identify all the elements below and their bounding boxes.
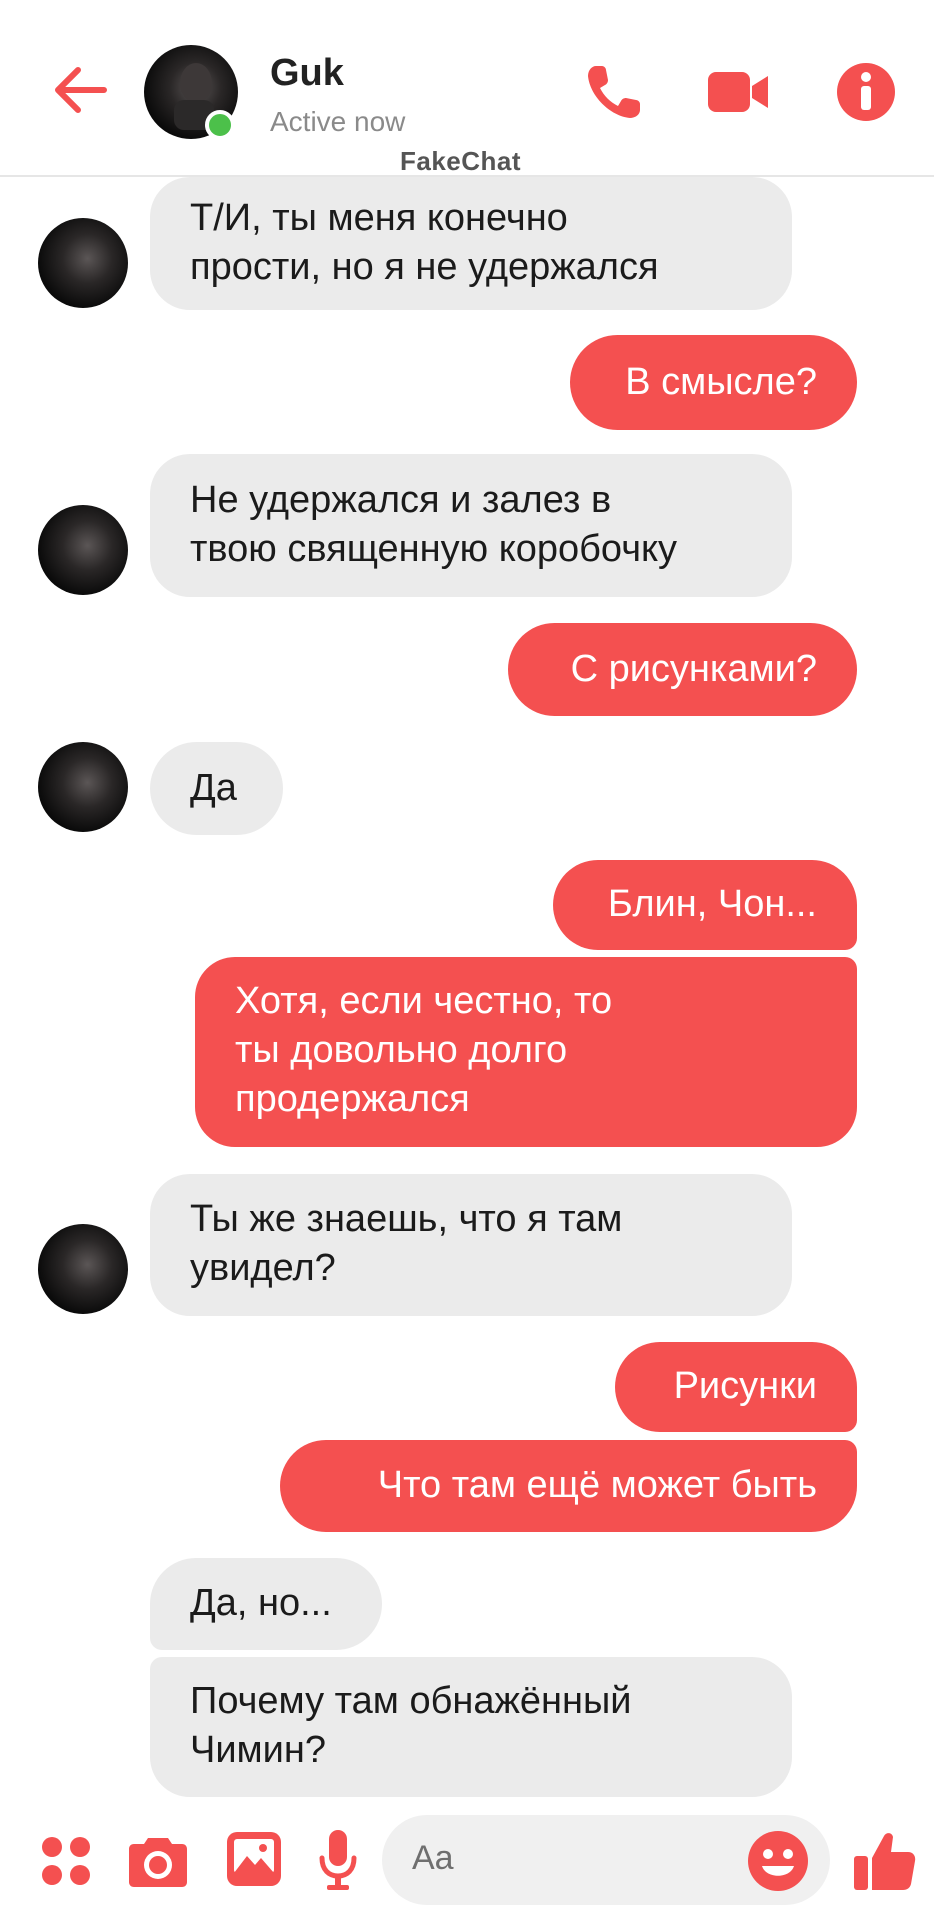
apps-icon[interactable] — [40, 1835, 92, 1887]
video-call-icon[interactable] — [706, 60, 770, 124]
outgoing-message[interactable]: Что там ещё может быть — [280, 1440, 857, 1532]
brand-watermark: FakeChat — [400, 146, 522, 176]
contact-name[interactable]: Guk — [270, 52, 344, 95]
thumbs-up-icon[interactable] — [852, 1828, 918, 1894]
message-text: Хотя, если честно, то ты довольно долго пр… — [235, 980, 613, 1120]
camera-icon[interactable] — [128, 1832, 188, 1888]
message-text: Да — [190, 767, 237, 809]
phone-icon[interactable] — [582, 60, 646, 124]
message-text: Не удержался и залез в твою священную кор… — [190, 479, 678, 570]
outgoing-message[interactable]: Хотя, если честно, то ты довольно долго пр… — [195, 957, 857, 1147]
chat-header: Guk Active now FakeChat — [0, 0, 934, 177]
incoming-message[interactable]: Да, но... — [150, 1558, 382, 1650]
emoji-icon[interactable] — [746, 1829, 810, 1893]
info-icon[interactable] — [834, 60, 898, 124]
contact-avatar-small — [38, 218, 128, 308]
outgoing-message[interactable]: С рисунками? — [508, 623, 857, 716]
outgoing-message[interactable]: Блин, Чон... — [553, 860, 857, 950]
contact-avatar-small — [38, 505, 128, 595]
online-indicator — [205, 110, 235, 140]
active-status: Active now — [270, 106, 406, 137]
microphone-icon[interactable] — [318, 1828, 358, 1892]
message-text: Почему там обнажённый Чимин? — [190, 1680, 632, 1771]
message-text: Т/И, ты меня конечно прости, но я не удер… — [190, 197, 659, 288]
gallery-icon[interactable] — [225, 1830, 283, 1888]
message-text: Блин, Чон... — [607, 883, 817, 925]
back-arrow-icon[interactable] — [50, 60, 110, 120]
message-text: В смысле? — [625, 361, 817, 403]
outgoing-message[interactable]: В смысле? — [570, 335, 857, 430]
message-text: Ты же знаешь, что я там увидел? — [190, 1198, 623, 1289]
input-placeholder: Aa — [412, 1839, 454, 1877]
incoming-message[interactable]: Не удержался и залез в твою священную кор… — [150, 454, 792, 597]
message-text: Что там ещё может быть — [377, 1464, 817, 1506]
incoming-message[interactable]: Т/И, ты меня конечно прости, но я не удер… — [150, 177, 792, 310]
outgoing-message[interactable]: Рисунки — [615, 1342, 857, 1432]
message-text: Рисунки — [673, 1365, 817, 1407]
contact-avatar-small — [38, 1224, 128, 1314]
incoming-message[interactable]: Почему там обнажённый Чимин? — [150, 1657, 792, 1797]
incoming-message[interactable]: Ты же знаешь, что я там увидел? — [150, 1174, 792, 1316]
message-input[interactable]: Aa — [382, 1815, 830, 1905]
message-text: С рисунками? — [570, 648, 817, 690]
incoming-message[interactable]: Да — [150, 742, 283, 835]
message-text: Да, но... — [190, 1582, 332, 1624]
contact-avatar-small — [38, 742, 128, 832]
